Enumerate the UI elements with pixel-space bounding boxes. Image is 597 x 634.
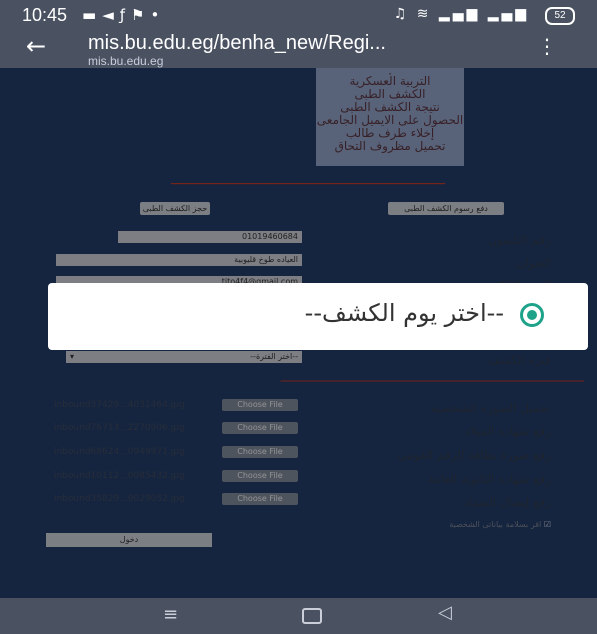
exam-day-dialog: --اختر يوم الكشف-- (48, 283, 588, 350)
battery-icon: 52 (545, 7, 575, 25)
back-arrow-icon[interactable]: ← (26, 32, 46, 60)
url-domain: mis.bu.edu.eg (88, 54, 164, 68)
browser-url-bar: ← mis.bu.edu.eg/benha_new/Regi... mis.bu… (0, 30, 597, 68)
exam-day-option[interactable]: --اختر يوم الكشف-- (305, 299, 504, 327)
status-bar: 10:45 ▬◄ƒ⚑• ♫ ≋ ▂▄▆ ▂▄▆ 52 (0, 0, 597, 30)
notification-icon: ⚑ (131, 6, 151, 24)
menu-dots-icon[interactable]: ⋮ (537, 34, 557, 58)
signal-icon: ▂▄▆ (438, 6, 481, 22)
send-icon: ◄ (102, 6, 120, 24)
system-icons: ♫ ≋ ▂▄▆ ▂▄▆ (394, 6, 529, 22)
facebook-icon: ƒ (119, 6, 132, 24)
radio-selected-icon[interactable] (520, 303, 544, 327)
status-time: 10:45 (22, 5, 68, 25)
dot-icon: • (150, 6, 166, 24)
wifi-icon: ≋ (416, 6, 432, 22)
headphones-icon: ♫ (393, 6, 410, 22)
home-icon[interactable] (302, 608, 322, 624)
notification-icons: ▬◄ƒ⚑• (82, 6, 165, 24)
message-icon: ▬ (82, 6, 103, 24)
android-nav-bar: ≡ ◁ (0, 598, 597, 634)
url-text[interactable]: mis.bu.edu.eg/benha_new/Regi... (88, 32, 386, 55)
back-triangle-icon[interactable]: ◁ (438, 602, 452, 623)
recent-apps-icon[interactable]: ≡ (163, 604, 178, 625)
signal-2-icon: ▂▄▆ (487, 6, 529, 22)
